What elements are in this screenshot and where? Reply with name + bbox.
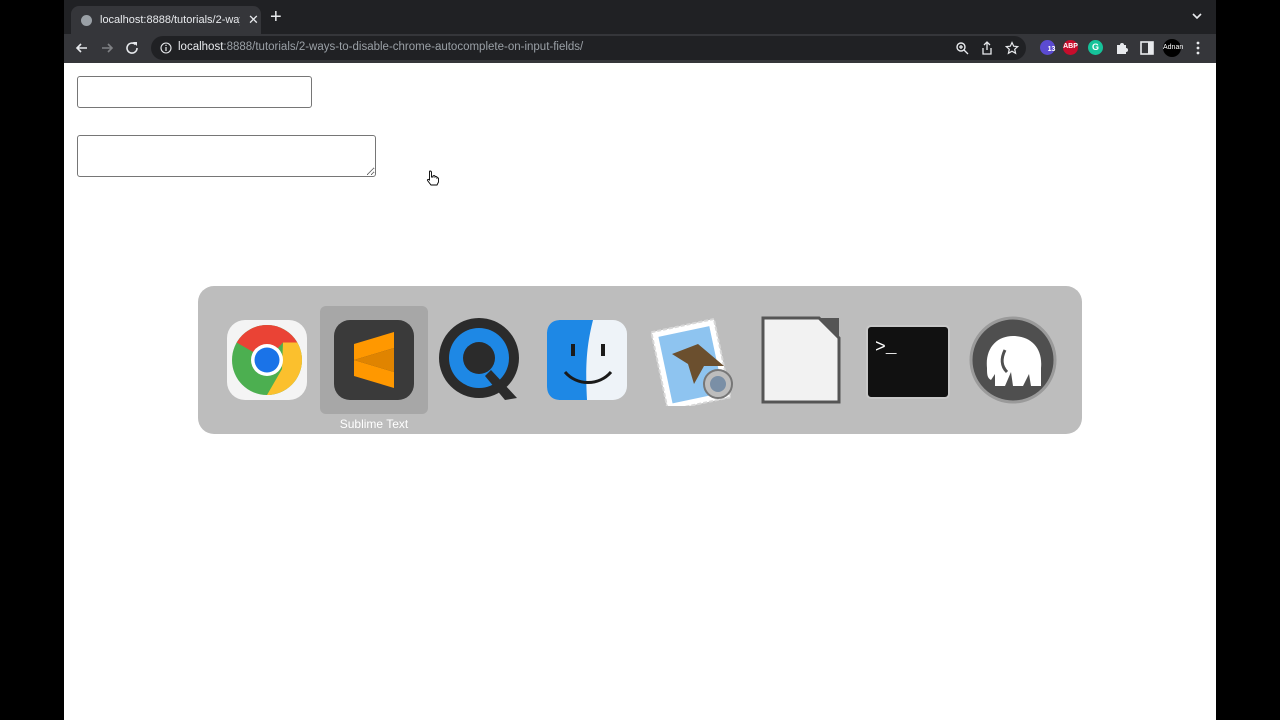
finder-icon <box>547 320 627 400</box>
tab-strip: localhost:8888/tutorials/2-ways-to-disab… <box>64 0 1216 34</box>
menu-icon[interactable] <box>1190 40 1206 56</box>
terminal-icon: >_ <box>866 325 950 399</box>
browser-window: localhost:8888/tutorials/2-ways-to-disab… <box>64 0 1216 720</box>
back-icon[interactable] <box>74 40 90 56</box>
bookmark-star-icon[interactable] <box>1005 41 1019 55</box>
extensions-puzzle-icon[interactable] <box>1114 40 1130 56</box>
mail-icon <box>650 317 733 406</box>
selected-app-name: Sublime Text <box>339 417 409 431</box>
reload-icon[interactable] <box>124 40 140 56</box>
mamp-icon <box>969 316 1057 404</box>
url-text: localhost:8888/tutorials/2-ways-to-disab… <box>178 41 583 53</box>
tab-title: localhost:8888/tutorials/2-ways-to-disab… <box>100 14 240 26</box>
app-mamp[interactable] <box>959 306 1067 414</box>
forward-icon[interactable] <box>99 40 115 56</box>
grammarly-label: G <box>1091 42 1099 52</box>
terminal-prompt: >_ <box>875 338 897 358</box>
chrome-icon <box>227 320 307 400</box>
share-icon[interactable] <box>980 41 994 55</box>
extension-badge: 13 <box>1047 46 1056 53</box>
app-libreoffice[interactable] <box>747 306 855 414</box>
profile-label: Adnan <box>1163 44 1184 51</box>
url-host: localhost <box>178 41 224 53</box>
adblock-label: ABP <box>1063 43 1078 50</box>
profile-avatar[interactable]: Adnan <box>1163 39 1184 57</box>
sublime-text-icon <box>334 320 414 400</box>
close-tab-icon[interactable]: ✕ <box>248 12 259 28</box>
browser-toolbar: localhost:8888/tutorials/2-ways-to-disab… <box>64 34 1216 63</box>
site-info-icon[interactable] <box>160 42 172 54</box>
zoom-icon[interactable] <box>955 41 969 55</box>
favicon-icon <box>81 14 92 26</box>
side-panel-icon[interactable] <box>1139 40 1155 56</box>
app-finder[interactable] <box>533 306 641 414</box>
app-sublime-text[interactable] <box>320 306 428 414</box>
app-switcher: >_ Sublime Text <box>198 286 1082 434</box>
quicktime-icon <box>439 318 519 400</box>
new-tab-icon[interactable]: + <box>270 7 282 27</box>
app-quicktime[interactable] <box>427 306 535 414</box>
grammarly-icon[interactable]: G <box>1088 40 1103 55</box>
app-chrome[interactable] <box>213 306 321 414</box>
url-path: :8888/tutorials/2-ways-to-disable-chrome… <box>223 41 584 53</box>
libreoffice-icon <box>761 316 841 404</box>
app-mail[interactable] <box>640 306 748 414</box>
address-bar[interactable]: localhost:8888/tutorials/2-ways-to-disab… <box>151 36 1026 60</box>
hand-pointer-icon <box>426 170 439 186</box>
browser-tab[interactable]: localhost:8888/tutorials/2-ways-to-disab… <box>71 6 261 34</box>
textarea-field[interactable] <box>77 135 376 177</box>
tab-search-icon[interactable] <box>1190 9 1204 23</box>
app-terminal[interactable]: >_ <box>853 306 961 414</box>
extension-icon[interactable]: 13 <box>1040 40 1055 55</box>
text-input[interactable] <box>77 76 312 108</box>
page-content: >_ Sublime Text <box>64 63 1216 720</box>
adblock-icon[interactable]: ABP <box>1063 40 1078 55</box>
